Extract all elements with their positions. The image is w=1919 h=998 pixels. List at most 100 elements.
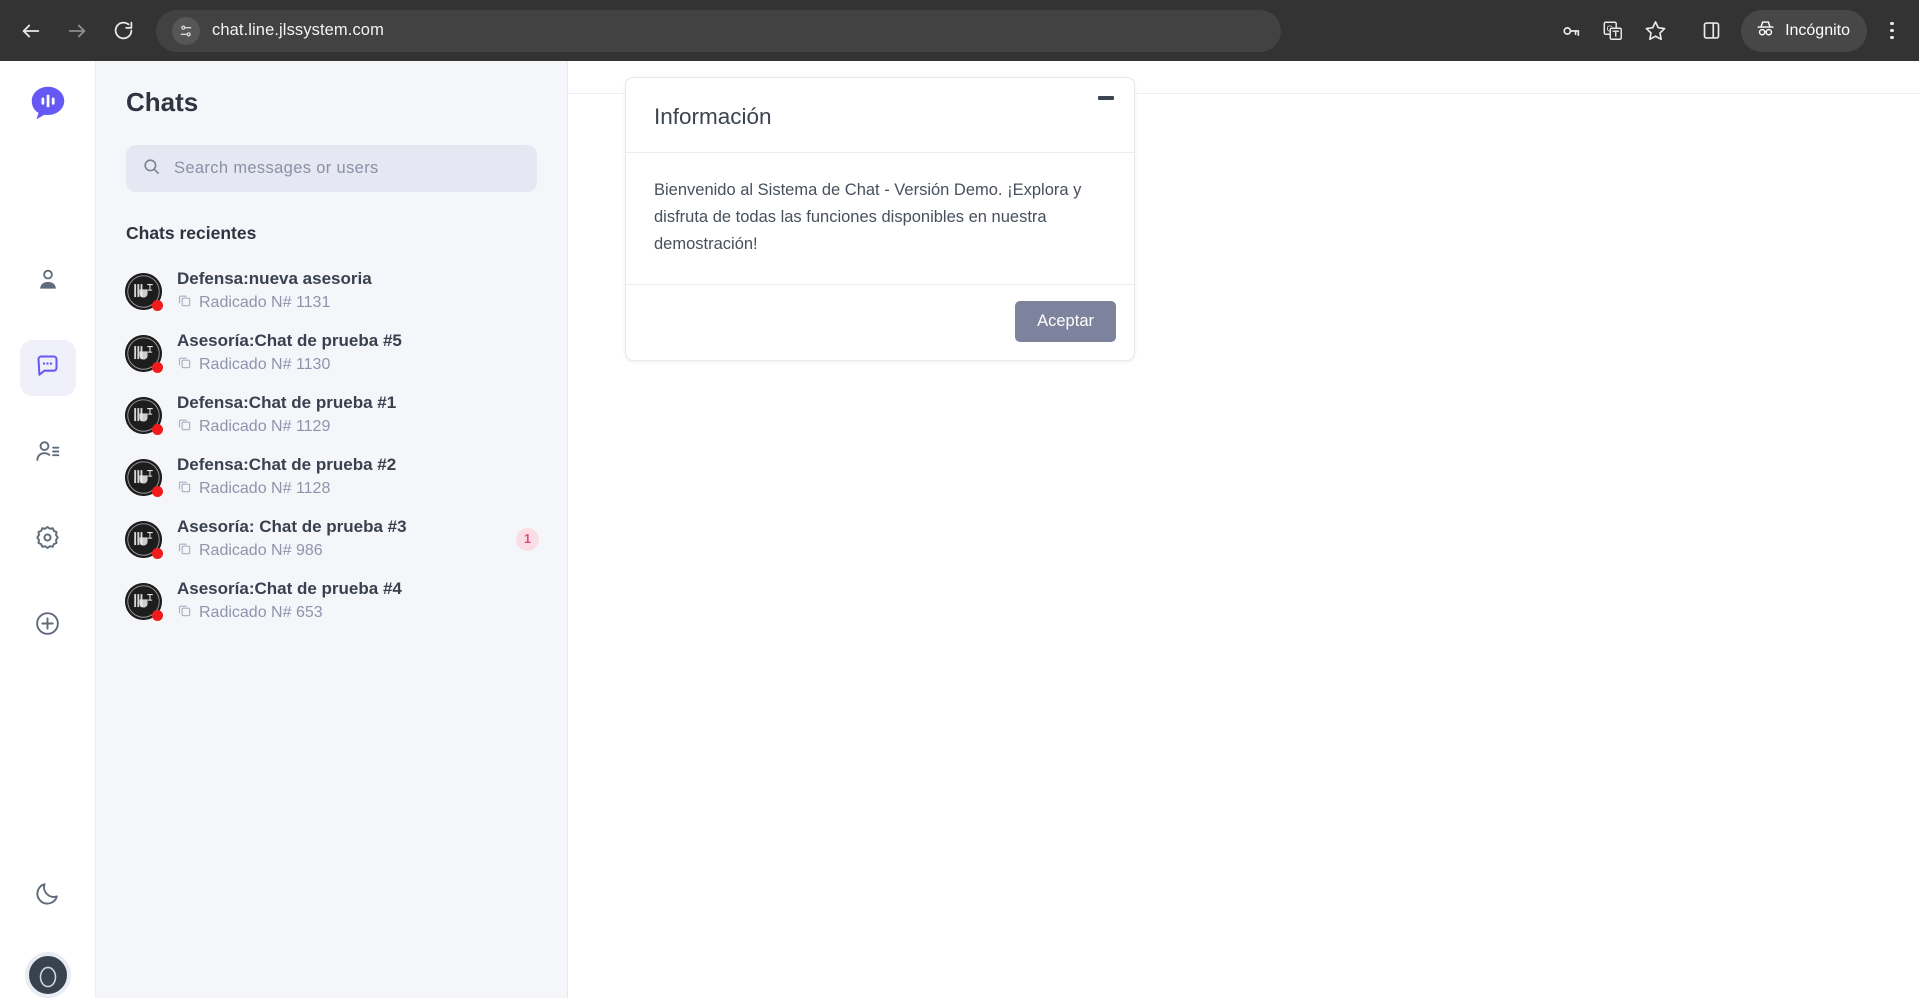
chat-subtitle: Radicado N# 653	[177, 603, 402, 623]
radicado-text: Radicado N# 653	[199, 604, 323, 622]
chat-avatar	[125, 397, 162, 434]
chat-name: Asesoría:Chat de prueba #5	[177, 331, 402, 351]
status-dot	[152, 424, 163, 435]
chat-avatar	[125, 335, 162, 372]
incognito-label: Incógnito	[1785, 22, 1850, 40]
page-title: Chats	[96, 61, 567, 118]
dialog-header: Información	[626, 78, 1134, 153]
sidebar-item-contacts[interactable]	[20, 426, 76, 482]
status-badge: 1	[516, 528, 539, 551]
chat-text: Asesoría:Chat de prueba #4 Radicado N# 6…	[177, 579, 402, 623]
dialog-message: Bienvenido al Sistema de Chat - Versión …	[654, 177, 1106, 258]
side-panel-icon[interactable]	[1691, 11, 1731, 51]
browser-toolbar: chat.line.jlssystem.com G Incógnito	[0, 0, 1919, 61]
contacts-icon	[34, 438, 61, 470]
status-dot	[152, 486, 163, 497]
navigation-buttons	[0, 10, 144, 52]
copy-icon[interactable]	[177, 479, 192, 499]
chat-subtitle: Radicado N# 1131	[177, 293, 372, 313]
radicado-text: Radicado N# 1128	[199, 480, 330, 498]
status-dot	[152, 548, 163, 559]
translate-icon[interactable]: G	[1593, 11, 1633, 51]
chat-name: Asesoría: Chat de prueba #3	[177, 517, 407, 537]
list-item[interactable]: Defensa:Chat de prueba #1 Radicado N# 11…	[108, 384, 555, 446]
copy-icon[interactable]	[177, 603, 192, 623]
copy-icon[interactable]	[177, 541, 192, 561]
toolbar-actions: G Incógnito	[1551, 10, 1919, 52]
list-item[interactable]: Defensa:nueva asesoria Radicado N# 1131	[108, 260, 555, 322]
moon-icon	[34, 880, 61, 912]
minimize-icon[interactable]	[1098, 96, 1114, 102]
theme-toggle-button[interactable]	[20, 868, 76, 924]
app-logo-icon	[25, 80, 71, 126]
list-item[interactable]: Defensa:Chat de prueba #2 Radicado N# 11…	[108, 446, 555, 508]
chat-text: Defensa:Chat de prueba #2 Radicado N# 11…	[177, 455, 396, 499]
chat-avatar	[125, 583, 162, 620]
chat-avatar	[125, 273, 162, 310]
radicado-text: Radicado N# 1131	[199, 294, 330, 312]
bookmark-star-icon[interactable]	[1635, 11, 1675, 51]
chat-list: Defensa:nueva asesoria Radicado N# 1131	[96, 244, 567, 632]
back-button[interactable]	[10, 10, 52, 52]
browser-menu-icon[interactable]	[1873, 22, 1911, 40]
chats-panel: Chats Search messages or users Chats rec…	[95, 61, 568, 998]
dialog-body: Bienvenido al Sistema de Chat - Versión …	[626, 153, 1134, 285]
sidebar-item-new[interactable]	[20, 598, 76, 654]
rail-bottom	[0, 868, 95, 998]
sidebar-item-settings[interactable]	[20, 512, 76, 568]
chat-name: Defensa:nueva asesoria	[177, 269, 372, 289]
main-content: Información Bienvenido al Sistema de Cha…	[568, 61, 1919, 998]
list-item[interactable]: Asesoría: Chat de prueba #3 Radicado N# …	[108, 508, 555, 570]
incognito-icon	[1755, 18, 1776, 44]
radicado-text: Radicado N# 1130	[199, 356, 330, 374]
incognito-badge[interactable]: Incógnito	[1741, 10, 1867, 52]
list-item[interactable]: Asesoría:Chat de prueba #4 Radicado N# 6…	[108, 570, 555, 632]
chat-name: Defensa:Chat de prueba #2	[177, 455, 396, 475]
user-icon	[35, 267, 61, 298]
status-dot	[152, 610, 163, 621]
radicado-text: Radicado N# 1129	[199, 418, 330, 436]
address-bar[interactable]: chat.line.jlssystem.com	[156, 10, 1281, 52]
reload-button[interactable]	[102, 10, 144, 52]
forward-button[interactable]	[56, 10, 98, 52]
chat-text: Defensa:nueva asesoria Radicado N# 1131	[177, 269, 372, 313]
gear-icon	[34, 524, 61, 556]
status-dot	[152, 362, 163, 373]
avatar[interactable]	[25, 952, 71, 998]
copy-icon[interactable]	[177, 417, 192, 437]
chat-text: Defensa:Chat de prueba #1 Radicado N# 11…	[177, 393, 396, 437]
chat-name: Asesoría:Chat de prueba #4	[177, 579, 402, 599]
search-input[interactable]: Search messages or users	[126, 145, 537, 192]
url-text: chat.line.jlssystem.com	[212, 21, 384, 40]
recent-chats-label: Chats recientes	[96, 192, 567, 244]
chat-avatar	[125, 521, 162, 558]
search-wrapper: Search messages or users	[96, 118, 567, 192]
search-icon	[142, 157, 161, 181]
list-item[interactable]: Asesoría:Chat de prueba #5 Radicado N# 1…	[108, 322, 555, 384]
radicado-text: Radicado N# 986	[199, 542, 323, 560]
app-icon-rail	[0, 61, 95, 998]
chat-text: Asesoría:Chat de prueba #5 Radicado N# 1…	[177, 331, 402, 375]
chat-subtitle: Radicado N# 1129	[177, 417, 396, 437]
information-dialog: Información Bienvenido al Sistema de Cha…	[625, 77, 1135, 361]
chat-avatar	[125, 459, 162, 496]
search-placeholder: Search messages or users	[174, 159, 379, 178]
sidebar-item-chats[interactable]	[20, 340, 76, 396]
chat-subtitle: Radicado N# 1130	[177, 355, 402, 375]
site-settings-icon[interactable]	[172, 17, 200, 45]
dialog-title: Información	[654, 104, 1106, 130]
app-window: Chats Search messages or users Chats rec…	[0, 61, 1919, 998]
chat-subtitle: Radicado N# 986	[177, 541, 407, 561]
plus-circle-icon	[34, 610, 61, 642]
rail-items	[20, 254, 76, 654]
accept-button[interactable]: Aceptar	[1015, 301, 1116, 342]
password-manager-icon[interactable]	[1551, 11, 1591, 51]
copy-icon[interactable]	[177, 355, 192, 375]
chat-subtitle: Radicado N# 1128	[177, 479, 396, 499]
dialog-footer: Aceptar	[626, 285, 1134, 360]
copy-icon[interactable]	[177, 293, 192, 313]
chat-bubble-icon	[34, 352, 61, 384]
status-dot	[152, 300, 163, 311]
chat-name: Defensa:Chat de prueba #1	[177, 393, 396, 413]
sidebar-item-profile[interactable]	[20, 254, 76, 310]
